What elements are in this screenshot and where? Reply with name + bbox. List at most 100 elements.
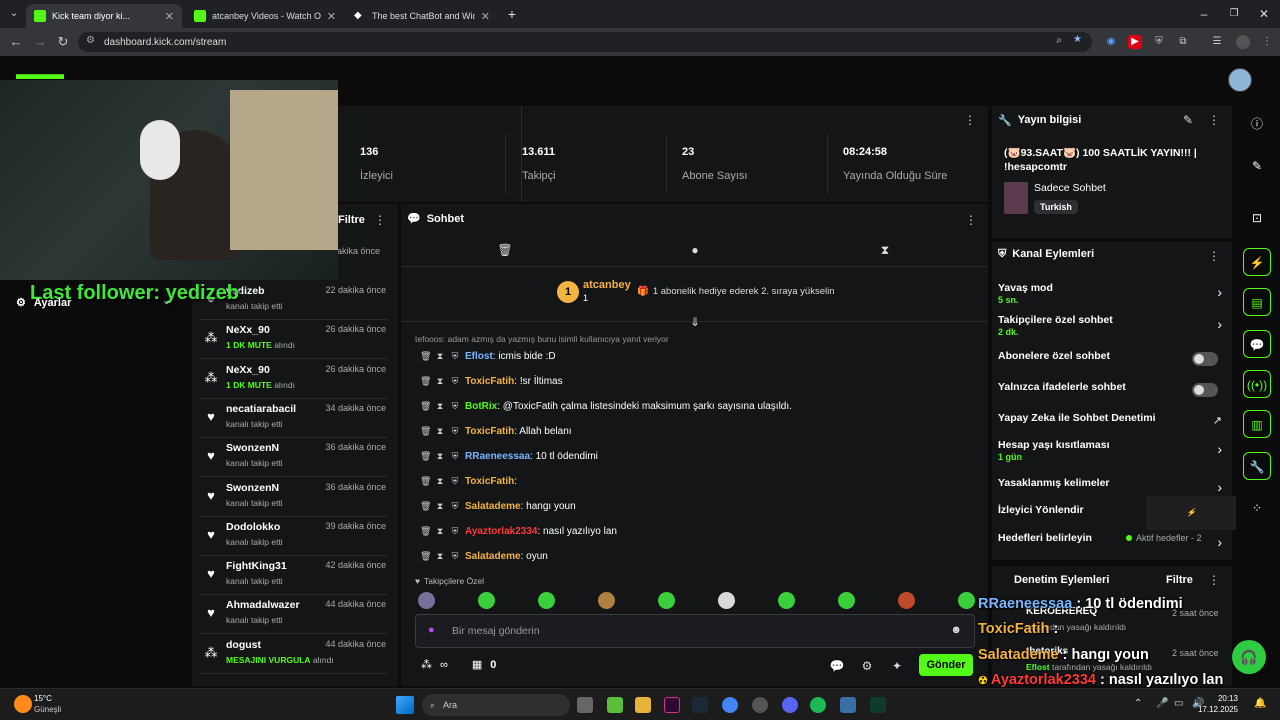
chat-username[interactable]: BotRix bbox=[465, 401, 497, 412]
info-icon[interactable]: ⓘ bbox=[1243, 110, 1271, 138]
timeout-icon[interactable]: ⧗ bbox=[435, 451, 445, 462]
hourglass-icon[interactable]: ⧗ bbox=[877, 242, 893, 258]
ban-shield-icon[interactable]: ⛨ bbox=[450, 551, 460, 562]
chevron-right-icon[interactable]: › bbox=[1217, 441, 1222, 457]
notification-bell-icon[interactable]: 🔔 bbox=[1254, 698, 1266, 709]
chat-message[interactable]: 🗑 ⧗ ⛨ BotRix: @ToxicFatih çalma listesindek… bbox=[420, 397, 792, 415]
close-tab-icon[interactable]: ✕ bbox=[481, 10, 490, 23]
close-tab-icon[interactable]: ✕ bbox=[327, 10, 336, 23]
send-button[interactable]: Gönder bbox=[919, 654, 973, 676]
category-name[interactable]: Sadece Sohbet bbox=[1034, 182, 1106, 194]
activity-item[interactable]: ♥ Dodolokko kanalı takip etti 39 dakika ön… bbox=[200, 518, 388, 556]
zoom-icon[interactable]: ⌕ bbox=[1056, 35, 1062, 46]
delete-message-icon[interactable]: 🗑 bbox=[420, 526, 431, 537]
stream-info-menu-icon[interactable]: ⋮ bbox=[1206, 112, 1222, 128]
delete-message-icon[interactable]: 🗑 bbox=[420, 426, 431, 437]
shield-extension-icon[interactable]: ⛨ bbox=[1152, 35, 1166, 49]
channel-action-row[interactable]: Yalnızca ifadelerle sohbet bbox=[998, 379, 1226, 407]
chat-username[interactable]: RRaeneessaa bbox=[465, 451, 530, 462]
tab-search-icon[interactable]: ⌄ bbox=[6, 6, 22, 22]
app-icon[interactable] bbox=[870, 697, 886, 713]
more-dots-icon[interactable]: ⁘ bbox=[1243, 494, 1271, 522]
tab-kick-team[interactable]: Kick team diyor ki... ✕ bbox=[26, 4, 182, 28]
mic-icon[interactable]: ● bbox=[428, 624, 435, 636]
chat-message[interactable]: 🗑 ⧗ ⛨ Ayaztorlak2334: nasıl yazılıyo lan bbox=[420, 522, 617, 540]
activity-item[interactable]: ♥ necatiarabacil kanalı takip etti 34 daki… bbox=[200, 400, 388, 438]
external-link-icon[interactable]: ↗ bbox=[1213, 414, 1222, 427]
tray-chevron-icon[interactable]: ⌃ bbox=[1134, 698, 1142, 709]
chat-username[interactable]: ToxicFatih bbox=[465, 426, 514, 437]
timeout-icon[interactable]: ⧗ bbox=[435, 376, 445, 387]
chat-message[interactable]: 🗑 ⧗ ⛨ ToxicFatih: bbox=[420, 472, 517, 490]
chat-icon[interactable]: ● bbox=[687, 242, 703, 258]
delete-message-icon[interactable]: 🗑 bbox=[420, 376, 431, 387]
chrome-icon[interactable] bbox=[722, 697, 738, 713]
lightning-icon[interactable]: ⚡ bbox=[1243, 248, 1271, 276]
activity-filter-label[interactable]: Filtre bbox=[338, 214, 365, 226]
timeout-icon[interactable]: ⧗ bbox=[435, 351, 445, 362]
minecraft-icon[interactable] bbox=[607, 697, 623, 713]
chevron-right-icon[interactable]: › bbox=[1217, 284, 1222, 300]
sparkle-icon[interactable]: ✦ bbox=[889, 658, 905, 674]
windows-start-icon[interactable] bbox=[396, 696, 414, 714]
discord-icon[interactable] bbox=[782, 697, 798, 713]
network-icon[interactable]: ▭ bbox=[1174, 698, 1183, 709]
infinity-icon[interactable]: ∞ bbox=[440, 659, 448, 671]
minimize-icon[interactable]: – bbox=[1196, 6, 1212, 22]
trash-icon[interactable]: 🗑 bbox=[497, 242, 513, 258]
chat-message[interactable]: 🗑 ⧗ ⛨ ToxicFatih: Allah belanı bbox=[420, 422, 572, 440]
emote-icon[interactable] bbox=[598, 592, 615, 609]
clock-time[interactable]: 20:13 bbox=[1214, 694, 1238, 703]
channel-action-row[interactable]: Hesap yaşı kısıtlaması 1 gün › bbox=[998, 437, 1226, 465]
chat-message[interactable]: 🗑 ⧗ ⛨ Salatademe: oyun bbox=[420, 547, 548, 565]
moderation-menu-icon[interactable]: ⋮ bbox=[1206, 572, 1222, 588]
edit-pencil-icon[interactable]: ✎ bbox=[1180, 112, 1196, 128]
activity-item[interactable]: ♥ Ahmadalwazer kanalı takip etti 44 dakika… bbox=[200, 596, 388, 635]
app-icon[interactable] bbox=[840, 697, 856, 713]
spotify-icon[interactable] bbox=[810, 697, 826, 713]
close-tab-icon[interactable]: ✕ bbox=[165, 10, 174, 23]
ban-shield-icon[interactable]: ⛨ bbox=[450, 401, 460, 412]
chat-message[interactable]: 🗑 ⧗ ⛨ Salatademe: hangı youn bbox=[420, 497, 576, 515]
user-avatar[interactable] bbox=[1228, 68, 1252, 92]
activity-menu-icon[interactable]: ⋮ bbox=[372, 212, 388, 228]
chat-rail-icon[interactable]: 💬 bbox=[1243, 330, 1271, 358]
activity-item[interactable]: ♥ FightKing31 kanalı takip etti 42 dakika … bbox=[200, 557, 388, 596]
activity-item[interactable]: ♥ SwonzenN kanalı takip etti 36 dakika önc… bbox=[200, 479, 388, 517]
puzzle-extensions-icon[interactable]: ⧉ bbox=[1176, 35, 1190, 49]
activity-item[interactable]: ♥ SwonzenN kanalı takip etti 36 dakika önc… bbox=[200, 439, 388, 478]
emote-icon[interactable] bbox=[718, 592, 735, 609]
forward-icon[interactable]: → bbox=[32, 34, 48, 50]
emote-icon[interactable] bbox=[538, 592, 555, 609]
url-input[interactable]: ⚙ dashboard.kick.com/stream ⌕ ★ bbox=[78, 32, 1092, 52]
chat-username[interactable]: Salatademe bbox=[465, 501, 521, 512]
ban-shield-icon[interactable]: ⛨ bbox=[450, 426, 460, 437]
broadcast-icon[interactable]: ((•)) bbox=[1243, 370, 1271, 398]
back-icon[interactable]: ← bbox=[8, 34, 24, 50]
file-explorer-icon[interactable] bbox=[635, 697, 651, 713]
chat-username[interactable]: ToxicFatih bbox=[465, 376, 514, 387]
activity-item[interactable]: ⁂ dogust MESAJINI VURGULA alındı 44 dakika … bbox=[200, 636, 388, 674]
ban-shield-icon[interactable]: ⛨ bbox=[450, 351, 460, 362]
emote-icon[interactable] bbox=[898, 592, 915, 609]
chat-username[interactable]: Salatademe bbox=[465, 551, 521, 562]
emote-icon[interactable] bbox=[778, 592, 795, 609]
delete-message-icon[interactable]: 🗑 bbox=[420, 451, 431, 462]
timeout-icon[interactable]: ⧗ bbox=[435, 501, 445, 512]
wrench-rail-icon[interactable]: 🔧 bbox=[1243, 452, 1271, 480]
notes-icon[interactable]: ▤ bbox=[1243, 288, 1271, 316]
emote-icon[interactable] bbox=[418, 592, 435, 609]
toggle-switch[interactable] bbox=[1192, 352, 1218, 366]
app-icon[interactable] bbox=[664, 697, 680, 713]
profile-avatar-icon[interactable] bbox=[1236, 35, 1250, 49]
channel-action-row[interactable]: Takipçilere özel sohbet 2 dk. › bbox=[998, 312, 1226, 340]
mic-tray-icon[interactable]: 🎤 bbox=[1156, 698, 1168, 709]
chat-message[interactable]: 🗑 ⧗ ⛨ Eflost: icmis bide :D bbox=[420, 347, 556, 365]
tab-chatbot[interactable]: ◆ The best ChatBot and Widg... ✕ bbox=[346, 4, 498, 28]
tab-atcanbey-videos[interactable]: atcanbey Videos - Watch On-De... ✕ bbox=[186, 4, 344, 28]
chat-settings-icon[interactable]: ⚙ bbox=[859, 658, 875, 674]
delete-message-icon[interactable]: 🗑 bbox=[420, 551, 431, 562]
settings-chevron-icon[interactable]: ⌄ bbox=[162, 294, 171, 307]
ban-shield-icon[interactable]: ⛨ bbox=[450, 476, 460, 487]
task-view-icon[interactable] bbox=[577, 697, 593, 713]
